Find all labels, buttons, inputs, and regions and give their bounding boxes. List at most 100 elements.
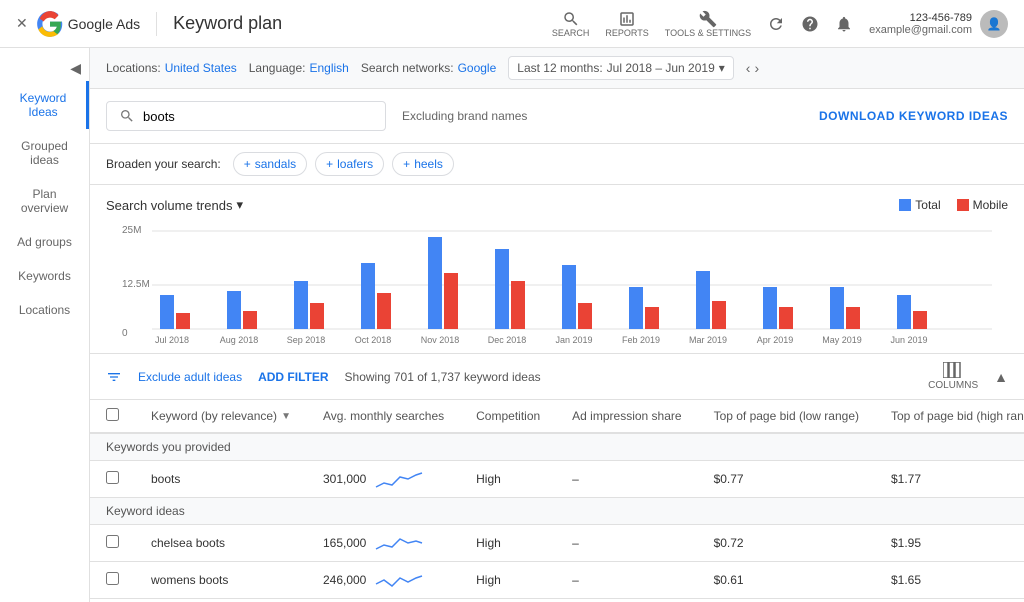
prev-arrow[interactable]: ‹	[746, 60, 751, 76]
legend-total-label: Total	[915, 198, 940, 212]
main-content: Locations: United States Language: Engli…	[90, 48, 1024, 602]
page-title: Keyword plan	[173, 13, 282, 34]
bar-mobile-0	[176, 313, 190, 329]
network-label: Search networks:	[361, 61, 454, 75]
bar-total-0	[160, 295, 174, 329]
high-bid-cell: $1.77	[875, 461, 1024, 498]
chart-legend: Total Mobile	[899, 198, 1008, 212]
date-selector[interactable]: Last 12 months: Jul 2018 – Jun 2019 ▾	[508, 56, 734, 80]
chevron-down-icon: ▾	[719, 61, 725, 75]
bar-total-7	[629, 287, 643, 329]
sidebar: ◀ Keyword Ideas Grouped ideas Plan overv…	[0, 48, 90, 602]
network-filter: Search networks: Google	[361, 61, 496, 75]
account-info[interactable]: 123-456-789 example@gmail.com 👤	[869, 10, 1008, 38]
columns-button[interactable]: COLUMNS	[928, 362, 978, 391]
competition-cell: High	[460, 461, 556, 498]
download-button[interactable]: DOWNLOAD KEYWORD IDEAS	[819, 109, 1008, 123]
sidebar-item-grouped-ideas[interactable]: Grouped ideas	[0, 129, 89, 177]
bar-mobile-11	[913, 311, 927, 329]
svg-text:0: 0	[122, 328, 128, 339]
account-phone: 123-456-789	[869, 12, 972, 24]
language-label: Language:	[249, 61, 306, 75]
group-header-provided: Keywords you provided	[90, 433, 1024, 461]
th-checkbox[interactable]	[90, 400, 135, 433]
svg-text:Jan 2019: Jan 2019	[555, 335, 592, 345]
bar-total-11	[897, 295, 911, 329]
next-arrow[interactable]: ›	[754, 60, 759, 76]
bar-mobile-4	[444, 273, 458, 329]
chart-title: Search volume trends	[106, 198, 232, 213]
excluding-label: Excluding brand names	[402, 109, 803, 123]
table-row: womens boots 246,000 High – $0.61 $1.65	[90, 562, 1024, 599]
legend-mobile: Mobile	[957, 198, 1008, 212]
chart-container: 25M 12.5M 0 Jul 2018 Aug 2	[106, 221, 1008, 341]
chip-heels-label: heels	[414, 157, 443, 171]
collapse-button[interactable]: ▲	[994, 369, 1008, 385]
svg-text:Jul 2018: Jul 2018	[155, 335, 189, 345]
th-ad-share[interactable]: Ad impression share	[556, 400, 697, 433]
svg-text:Feb 2019: Feb 2019	[622, 335, 660, 345]
chip-loafers[interactable]: + loafers	[315, 152, 384, 176]
notifications-icon-btn[interactable]	[835, 15, 853, 33]
reports-icon-btn[interactable]: REPORTS	[605, 10, 648, 38]
table-row: chelsea boots 165,000 High – $0.72 $1.95	[90, 525, 1024, 562]
table-row: thigh high boots 165,000 High – $0.60 $1…	[90, 599, 1024, 602]
chip-heels[interactable]: + heels	[392, 152, 454, 176]
language-value[interactable]: English	[309, 61, 348, 75]
showing-text: Showing 701 of 1,737 keyword ideas	[345, 370, 541, 384]
row-checkbox-boots[interactable]	[90, 461, 135, 498]
close-icon[interactable]: ✕	[16, 15, 28, 32]
bar-total-10	[830, 287, 844, 329]
language-filter: Language: English	[249, 61, 349, 75]
add-filter-button[interactable]: ADD FILTER	[258, 370, 328, 384]
chart-section: Search volume trends ▾ Total Mobile	[90, 185, 1024, 353]
trend-sparkline	[374, 469, 424, 489]
chip-sandals[interactable]: + sandals	[233, 152, 307, 176]
refresh-icon-btn[interactable]	[767, 15, 785, 33]
bar-total-2	[294, 281, 308, 329]
sidebar-item-plan-overview[interactable]: Plan overview	[0, 177, 89, 225]
search-icon-btn[interactable]: SEARCH	[552, 10, 590, 38]
group-header-ideas: Keyword ideas	[90, 498, 1024, 525]
sidebar-item-ad-groups[interactable]: Ad groups	[0, 225, 89, 259]
plus-icon: +	[403, 157, 410, 171]
bar-total-6	[562, 265, 576, 329]
sort-icon: ▼	[281, 411, 291, 422]
th-low-bid[interactable]: Top of page bid (low range)	[698, 400, 875, 433]
bar-total-1	[227, 291, 241, 329]
chip-sandals-label: sandals	[255, 157, 296, 171]
sidebar-collapse-icon[interactable]: ◀	[70, 60, 81, 77]
chart-title-row[interactable]: Search volume trends ▾ Total Mobile	[106, 197, 1008, 213]
locations-label: Locations:	[106, 61, 161, 75]
th-keyword[interactable]: Keyword (by relevance) ▼	[135, 400, 307, 433]
nav-arrows: ‹ ›	[746, 60, 759, 76]
exclude-link[interactable]: Exclude adult ideas	[138, 370, 242, 384]
network-value[interactable]: Google	[458, 61, 497, 75]
svg-text:Apr 2019: Apr 2019	[757, 335, 794, 345]
date-label: Last 12 months:	[517, 61, 602, 75]
bar-mobile-3	[377, 293, 391, 329]
broaden-label: Broaden your search:	[106, 157, 221, 171]
plus-icon: +	[326, 157, 333, 171]
th-competition[interactable]: Competition	[460, 400, 556, 433]
filter-icon	[106, 369, 122, 385]
select-all-checkbox[interactable]	[106, 408, 119, 421]
help-icon-btn[interactable]	[801, 15, 819, 33]
svg-text:Aug 2018: Aug 2018	[220, 335, 259, 345]
bar-mobile-5	[511, 281, 525, 329]
sidebar-item-locations[interactable]: Locations	[0, 293, 89, 327]
columns-label: COLUMNS	[928, 380, 978, 391]
th-avg[interactable]: Avg. monthly searches	[307, 400, 460, 433]
avatar[interactable]: 👤	[980, 10, 1008, 38]
locations-value[interactable]: United States	[165, 61, 237, 75]
ad-share-cell: –	[556, 461, 697, 498]
th-high-bid[interactable]: Top of page bid (high range)	[875, 400, 1024, 433]
keyword-input[interactable]	[143, 109, 343, 124]
plus-icon: +	[244, 157, 251, 171]
svg-text:Nov 2018: Nov 2018	[421, 335, 460, 345]
sidebar-item-keywords[interactable]: Keywords	[0, 259, 89, 293]
table-row: boots 301,000 High – $0.77	[90, 461, 1024, 498]
sidebar-item-keyword-ideas[interactable]: Keyword Ideas	[0, 81, 89, 129]
avg-cell: 301,000	[307, 461, 460, 498]
tools-icon-btn[interactable]: TOOLS & SETTINGS	[665, 10, 751, 38]
